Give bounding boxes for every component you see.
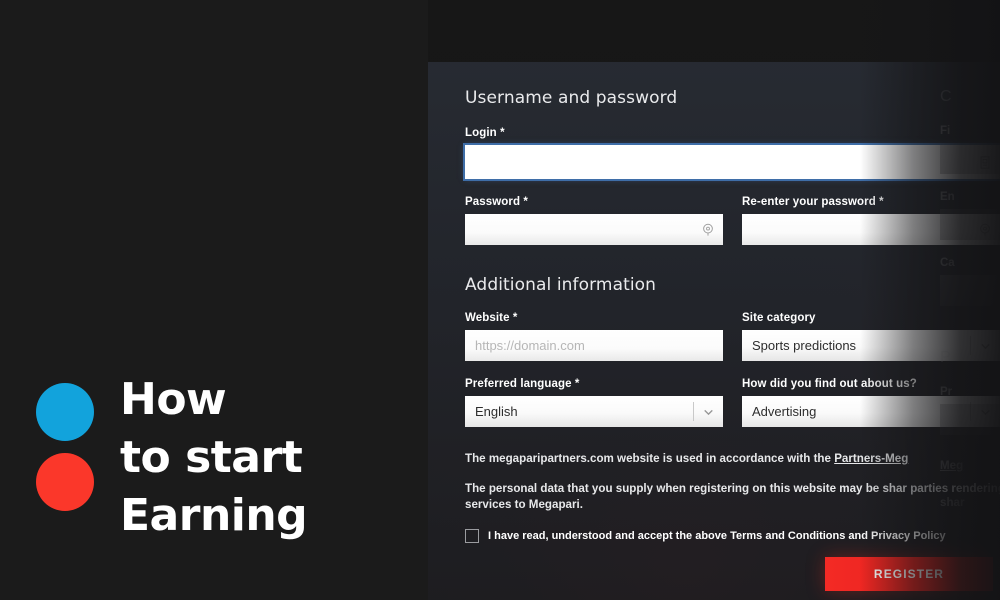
terms-checkbox-row[interactable]: I have read, understood and accept the a…: [465, 529, 1000, 543]
partners-terms-link[interactable]: Partners-Meg: [834, 452, 908, 465]
red-dot-icon: [36, 453, 94, 511]
website-label: Website *: [465, 312, 518, 324]
ghost-label-1: Fi: [940, 125, 951, 137]
preferred-language-col: Preferred language * English: [465, 378, 723, 427]
register-button[interactable]: REGISTER: [825, 557, 993, 591]
ghost-label-3: Ca: [940, 257, 955, 269]
select-divider: [693, 402, 694, 421]
ghost-input-5[interactable]: [940, 404, 1000, 435]
ghost-legal-2: shar: [940, 496, 965, 509]
legal-2-text: The personal data that you supply when r…: [465, 482, 907, 495]
form-body: Username and password Login * Password *: [465, 62, 1000, 543]
ghost-legal-link[interactable]: Meg: [940, 459, 963, 472]
login-field-wrap: [465, 145, 1000, 179]
ghost-input-3[interactable]: [940, 275, 1000, 306]
terms-checkbox[interactable]: [465, 529, 479, 543]
password-col: Password *: [465, 196, 723, 245]
promo-line-3: Earning: [120, 490, 308, 541]
website-category-row: Website * Site category Sports predictio…: [465, 312, 1000, 361]
website-field-wrap: [465, 330, 723, 361]
ghost-second-column: C Fi En Ca P Pr Meg shar: [940, 62, 1000, 509]
legal-1-text: The megaparipartners.com website is used…: [465, 452, 835, 465]
password-row: Password * Re-enter your password *: [465, 196, 1000, 245]
terms-checkbox-label: I have read, understood and accept the a…: [488, 530, 946, 542]
ghost-section-title: C: [940, 88, 952, 105]
password-field-wrap: [465, 214, 723, 245]
login-label: Login *: [465, 127, 505, 139]
blue-dot-icon: [36, 383, 94, 441]
preferred-language-label: Preferred language *: [465, 378, 580, 390]
promo-panel: How to start Earning: [0, 0, 428, 600]
promo-line-2: to start: [120, 432, 303, 483]
preferred-language-value: English: [465, 396, 723, 427]
promo-content: How to start Earning: [36, 371, 308, 545]
chevron-down-icon[interactable]: [702, 405, 715, 418]
ghost-label-2: En: [940, 191, 955, 203]
promo-headline: How to start Earning: [120, 371, 308, 545]
ghost-section-title-2: P: [940, 349, 951, 366]
section-title-username-password: Username and password: [465, 88, 678, 108]
logo-dots: [36, 383, 94, 511]
password-input[interactable]: [465, 214, 723, 245]
section-title-additional-information: Additional information: [465, 275, 657, 295]
ghost-input-1[interactable]: [940, 143, 1000, 174]
password-label: Password *: [465, 196, 528, 208]
preferred-language-select[interactable]: English: [465, 396, 723, 427]
registration-form-panel: Username and password Login * Password *: [428, 62, 1000, 600]
ghost-label-5: Pr: [940, 386, 953, 398]
ghost-input-2[interactable]: [940, 209, 1000, 240]
language-referral-row: Preferred language * English How did you…: [465, 378, 1000, 427]
legal-paragraph-2: The personal data that you supply when r…: [465, 481, 1000, 513]
eye-icon[interactable]: [699, 221, 716, 238]
legal-paragraph-1: The megaparipartners.com website is used…: [465, 451, 1000, 467]
website-input[interactable]: [465, 330, 723, 361]
register-button-wrap: REGISTER: [825, 557, 993, 591]
login-input[interactable]: [465, 145, 1000, 179]
ghost-legal-1: Meg: [940, 459, 1000, 472]
website-col: Website *: [465, 312, 723, 361]
promo-line-1: How: [120, 374, 227, 425]
